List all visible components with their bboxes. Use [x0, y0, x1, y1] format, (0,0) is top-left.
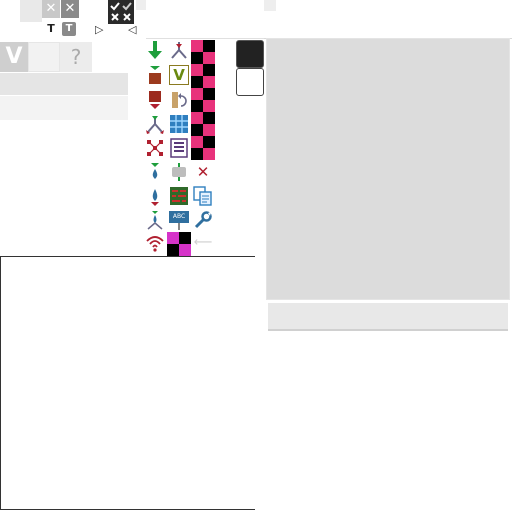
play-right-icon[interactable]: ▷ — [95, 23, 103, 36]
close-icon[interactable]: ✕ — [193, 162, 213, 182]
dark-color-swatch[interactable] — [236, 40, 264, 68]
abc-label-icon[interactable]: ABC — [169, 210, 189, 230]
list-icon[interactable] — [169, 138, 189, 158]
table-icon[interactable] — [169, 114, 189, 134]
help-button[interactable]: ? — [60, 42, 92, 72]
toolbar-text-a-button[interactable]: T — [44, 22, 58, 36]
missing-texture-swatch-small — [167, 232, 191, 256]
top-bar — [146, 0, 265, 39]
toolbar-close-b-button[interactable]: ✕ — [61, 0, 79, 18]
extract-block-icon[interactable] — [145, 90, 165, 110]
play-left-icon[interactable]: ◁ — [128, 23, 136, 36]
fork-icon[interactable] — [169, 40, 189, 60]
merge-drop-icon[interactable] — [145, 210, 165, 230]
left-row-1[interactable] — [0, 73, 128, 95]
arrow-left-icon[interactable]: ⟵ — [193, 235, 213, 251]
checklist-icon[interactable] — [108, 0, 134, 24]
wifi-icon[interactable] — [145, 233, 165, 253]
arrow-down-icon[interactable] — [145, 40, 165, 60]
right-panel-body[interactable] — [266, 38, 510, 300]
v-button[interactable]: V — [0, 42, 28, 72]
validation-icon[interactable]: V — [169, 65, 189, 85]
drop-icon[interactable] — [145, 186, 165, 206]
loop-icon[interactable] — [169, 90, 189, 110]
right-panel-tab — [264, 0, 276, 11]
split-icon[interactable] — [145, 114, 165, 134]
left-row-2[interactable] — [0, 96, 128, 120]
missing-texture-swatch-tall — [191, 40, 215, 160]
wrench-icon[interactable] — [193, 210, 213, 230]
insert-block-icon[interactable] — [145, 65, 165, 85]
light-color-swatch[interactable] — [236, 68, 264, 96]
toolbar-text-b-button[interactable]: T — [62, 22, 76, 36]
right-panel-footer-bar[interactable] — [268, 303, 508, 331]
copy-document-icon[interactable] — [193, 186, 213, 206]
top-bar-tab — [136, 0, 146, 10]
right-panel-header — [264, 0, 512, 39]
network-icon[interactable] — [145, 138, 165, 158]
blank-button[interactable] — [28, 42, 60, 72]
connector-icon[interactable] — [169, 162, 189, 182]
chip-icon[interactable] — [169, 186, 189, 206]
toolbar-blank-button[interactable] — [20, 0, 42, 22]
drop-down-icon[interactable] — [145, 162, 165, 182]
canvas-area[interactable] — [0, 256, 255, 510]
toolbar-close-a-button[interactable]: ✕ — [42, 0, 60, 18]
